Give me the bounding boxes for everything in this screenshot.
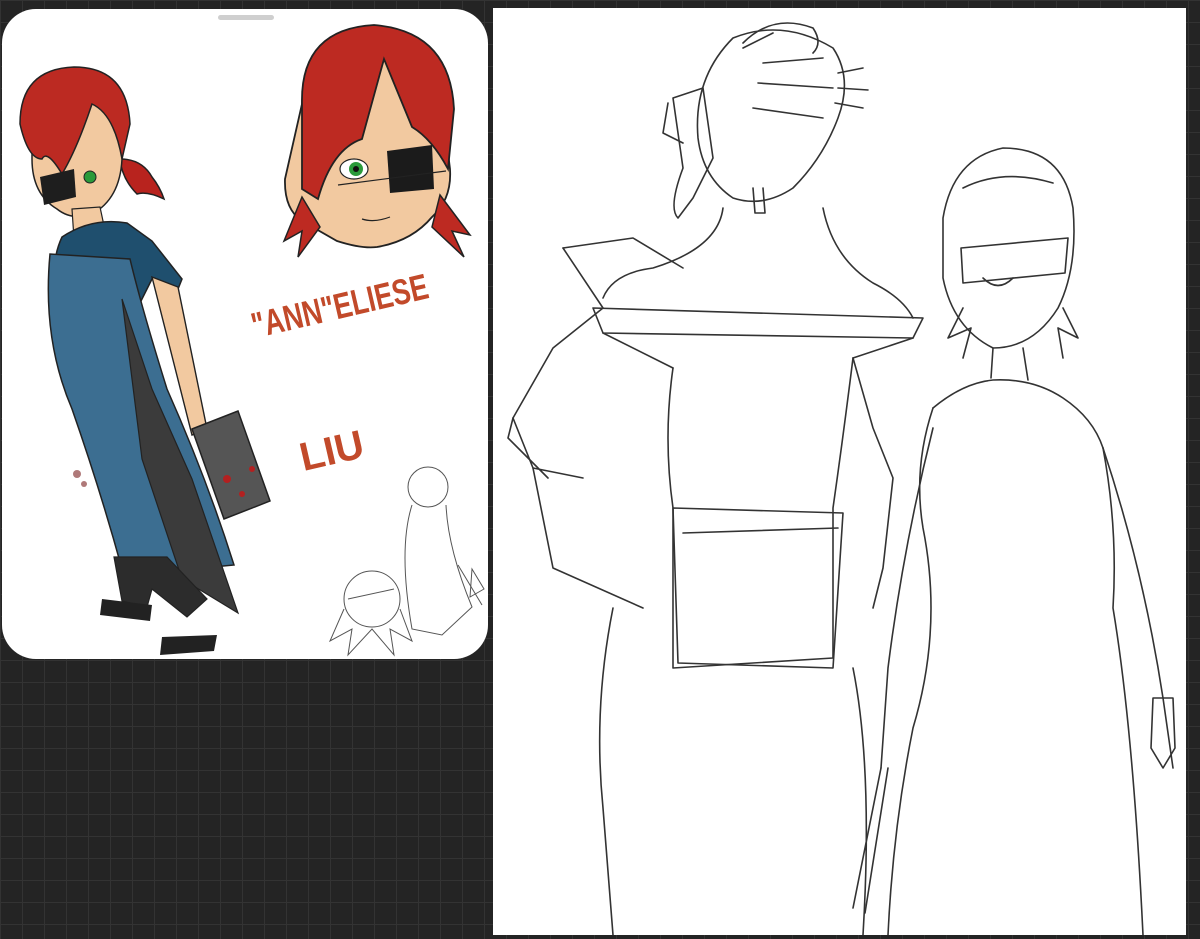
pencil-sketch [507,22,1176,935]
character-illustration [19,24,485,657]
character-reference-card[interactable]: "ANN"ELIESE LIU [2,9,488,659]
sketch-sheet[interactable] [493,8,1186,935]
